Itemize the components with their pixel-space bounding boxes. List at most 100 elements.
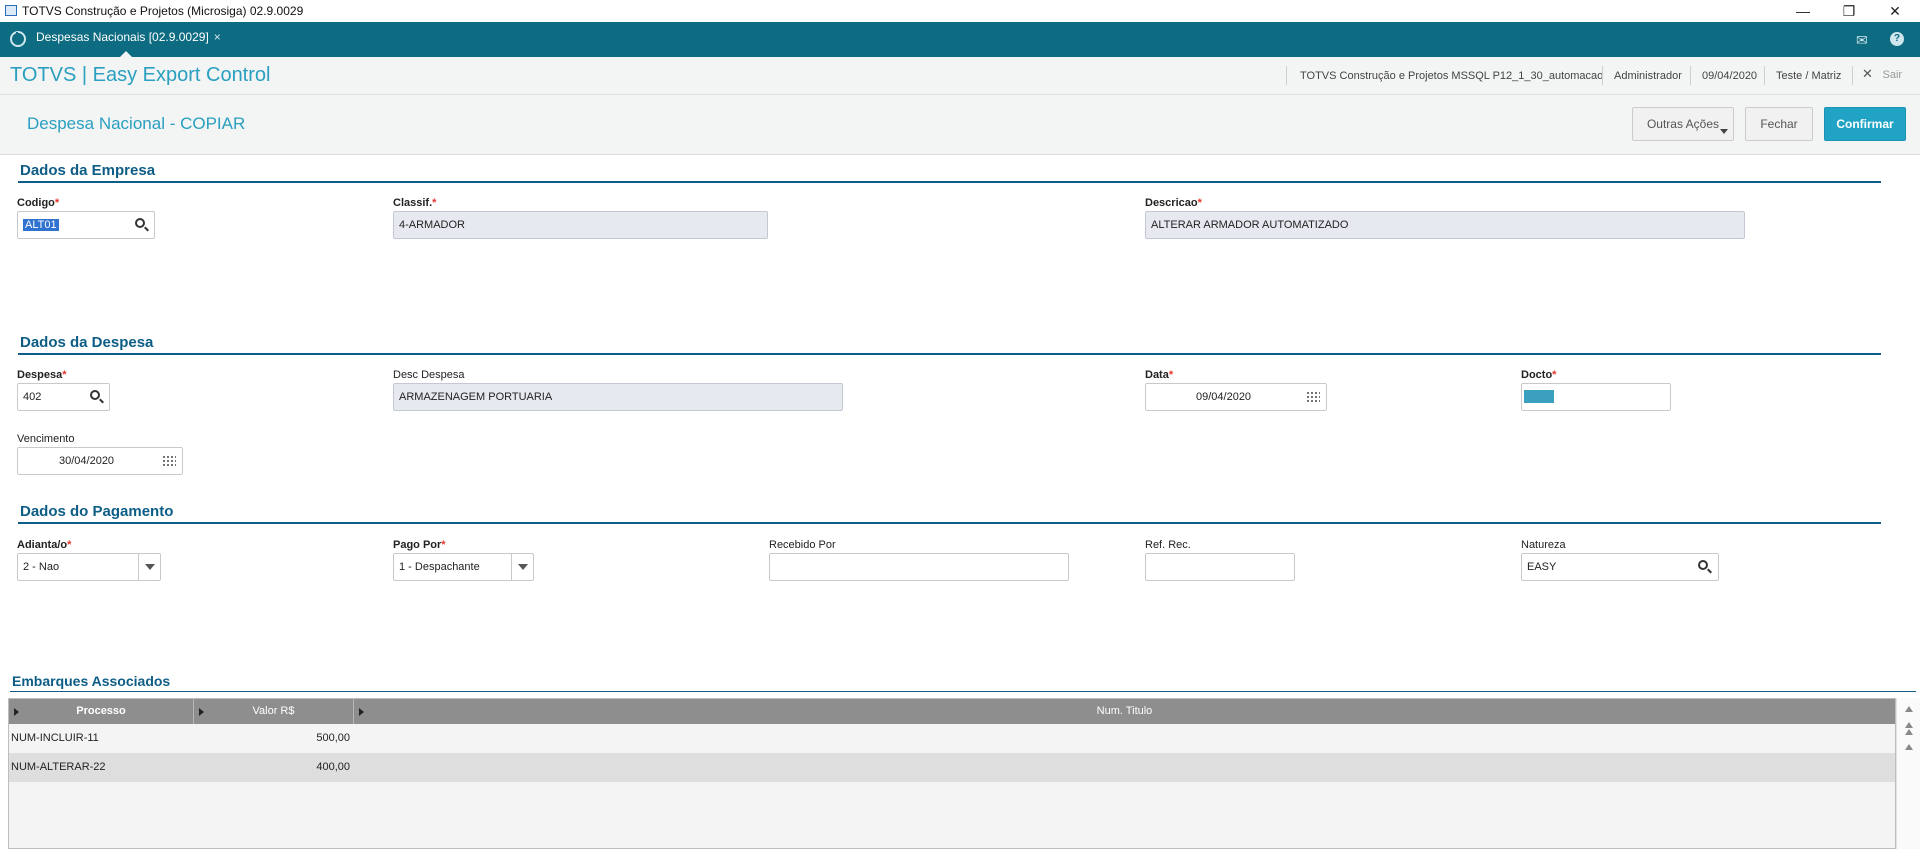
caret-right-icon	[199, 708, 204, 716]
adiantado-label: Adianta/o*	[17, 539, 71, 551]
date-label: 09/04/2020	[1702, 70, 1758, 82]
codigo-value: ALT01	[23, 219, 59, 231]
ref-rec-label: Ref. Rec.	[1145, 539, 1191, 551]
cell-valor: 400,00	[316, 761, 350, 773]
calendar-icon[interactable]	[162, 455, 176, 467]
page-title: Despesa Nacional - COPIAR	[27, 114, 246, 133]
tab-despesas-nacionais[interactable]: Despesas Nacionais [02.9.0029] ×	[36, 30, 221, 44]
divider	[1286, 66, 1287, 85]
column-header-num-titulo-label: Num. Titulo	[1096, 705, 1153, 717]
adiantado-select[interactable]: 2 - Nao	[17, 553, 161, 581]
vencimento-value: 30/04/2020	[59, 455, 115, 467]
data-field[interactable]: 09/04/2020	[1145, 383, 1327, 411]
close-window-button[interactable]: ✕	[1872, 0, 1918, 22]
required-mark: *	[441, 539, 446, 551]
descricao-label: Descricao*	[1145, 197, 1202, 209]
column-header-valor-label: Valor R$	[252, 705, 295, 717]
minimize-button[interactable]: —	[1780, 0, 1826, 22]
exit-button[interactable]: ✕ Sair	[1862, 66, 1902, 82]
vencimento-field[interactable]: 30/04/2020	[17, 447, 183, 475]
ref-rec-field[interactable]	[1145, 553, 1295, 581]
recebido-por-label: Recebido Por	[769, 539, 836, 551]
required-mark: *	[54, 197, 60, 209]
divider	[1852, 66, 1853, 85]
required-mark: *	[1552, 369, 1557, 381]
codigo-label-text: Codigo	[17, 197, 55, 209]
required-mark: *	[1168, 369, 1174, 381]
home-icon[interactable]	[10, 31, 26, 47]
section-divider	[10, 691, 1916, 692]
section-title-despesa: Dados da Despesa	[20, 334, 154, 351]
pago-por-label-text: Pago Por	[393, 539, 442, 551]
exit-label: Sair	[1882, 69, 1903, 81]
app-title: TOTVS | Easy Export Control	[10, 64, 271, 86]
help-icon[interactable]: ?	[1890, 32, 1904, 46]
tab-close-icon[interactable]: ×	[214, 30, 221, 44]
codigo-field[interactable]: ALT01	[17, 211, 155, 239]
divider	[1764, 66, 1765, 85]
classif-field[interactable]: 4-ARMADOR	[393, 211, 768, 239]
natureza-value: EASY	[1527, 561, 1557, 573]
scroll-page-up-icon[interactable]	[1905, 722, 1913, 728]
confirm-button[interactable]: Confirmar	[1824, 107, 1906, 141]
cell-processo: NUM-INCLUIR-11	[11, 732, 99, 744]
environment-label: TOTVS Construção e Projetos MSSQL P12_1_…	[1300, 70, 1604, 82]
calendar-icon[interactable]	[1306, 391, 1320, 403]
recebido-por-field[interactable]	[769, 553, 1069, 581]
codigo-label: Codigo*	[17, 197, 59, 209]
table-row[interactable]: NUM-INCLUIR-11 500,00	[9, 724, 1895, 753]
restore-button[interactable]: ❐	[1826, 0, 1872, 22]
scroll-up-icon[interactable]	[1905, 744, 1913, 750]
adiantado-label-text: Adianta/o	[17, 539, 68, 551]
app-header: TOTVS | Easy Export Control TOTVS Constr…	[0, 57, 1920, 95]
window-title-bar: TOTVS Construção e Projetos (Microsiga) …	[0, 0, 1920, 23]
docto-label-text: Docto	[1521, 369, 1553, 381]
pago-por-value: 1 - Despachante	[399, 561, 480, 573]
divider	[1690, 66, 1691, 85]
descricao-label-text: Descricao	[1145, 197, 1198, 209]
descricao-field[interactable]: ALTERAR ARMADOR AUTOMATIZADO	[1145, 211, 1745, 239]
despesa-label: Despesa*	[17, 369, 67, 381]
chevron-down-icon[interactable]	[138, 554, 161, 580]
desc-despesa-field[interactable]: ARMAZENAGEM PORTUARIA	[393, 383, 843, 411]
grid-scrollbar[interactable]	[1896, 698, 1920, 849]
table-row[interactable]: NUM-ALTERAR-22 400,00	[9, 753, 1895, 782]
tab-label: Despesas Nacionais [02.9.0029]	[36, 30, 209, 44]
despesa-field[interactable]: 402	[17, 383, 110, 411]
data-value: 09/04/2020	[1196, 391, 1252, 403]
app-icon	[5, 5, 17, 16]
window-title: TOTVS Construção e Projetos (Microsiga) …	[22, 4, 304, 18]
close-icon: ✕	[1862, 66, 1873, 81]
grid-header: Processo Valor R$ Num. Titulo	[9, 699, 1895, 724]
chevron-down-icon[interactable]	[511, 554, 534, 580]
column-header-valor[interactable]: Valor R$	[194, 699, 354, 724]
search-icon[interactable]	[1698, 560, 1708, 570]
required-mark: *	[432, 197, 437, 209]
pago-por-label: Pago Por*	[393, 539, 446, 551]
docto-fill	[1524, 390, 1554, 403]
column-header-processo[interactable]: Processo	[9, 699, 194, 724]
vencimento-label: Vencimento	[17, 433, 75, 445]
other-actions-label: Outras Ações	[1646, 117, 1720, 131]
pago-por-select[interactable]: 1 - Despachante	[393, 553, 534, 581]
section-title-embarques: Embarques Associados	[12, 673, 171, 689]
docto-label: Docto*	[1521, 369, 1556, 381]
tab-bar: Despesas Nacionais [02.9.0029] × ✉ ?	[0, 22, 1920, 57]
adiantado-value: 2 - Nao	[23, 561, 60, 573]
docto-field[interactable]	[1521, 383, 1671, 411]
mail-icon[interactable]: ✉	[1856, 32, 1868, 49]
other-actions-button[interactable]: Outras Ações	[1632, 107, 1734, 141]
data-label-text: Data	[1145, 369, 1169, 381]
search-icon[interactable]	[90, 390, 100, 400]
section-divider	[18, 181, 1881, 183]
search-icon[interactable]	[135, 218, 145, 228]
caret-right-icon	[14, 708, 19, 716]
section-divider	[18, 522, 1881, 524]
close-button[interactable]: Fechar	[1745, 107, 1813, 141]
divider	[1602, 66, 1603, 85]
scroll-top-icon[interactable]	[1905, 706, 1913, 712]
natureza-field[interactable]: EASY	[1521, 553, 1719, 581]
section-title-empresa: Dados da Empresa	[20, 162, 156, 179]
column-header-num-titulo[interactable]: Num. Titulo	[354, 699, 1895, 724]
scroll-page-up-icon[interactable]	[1905, 729, 1913, 735]
